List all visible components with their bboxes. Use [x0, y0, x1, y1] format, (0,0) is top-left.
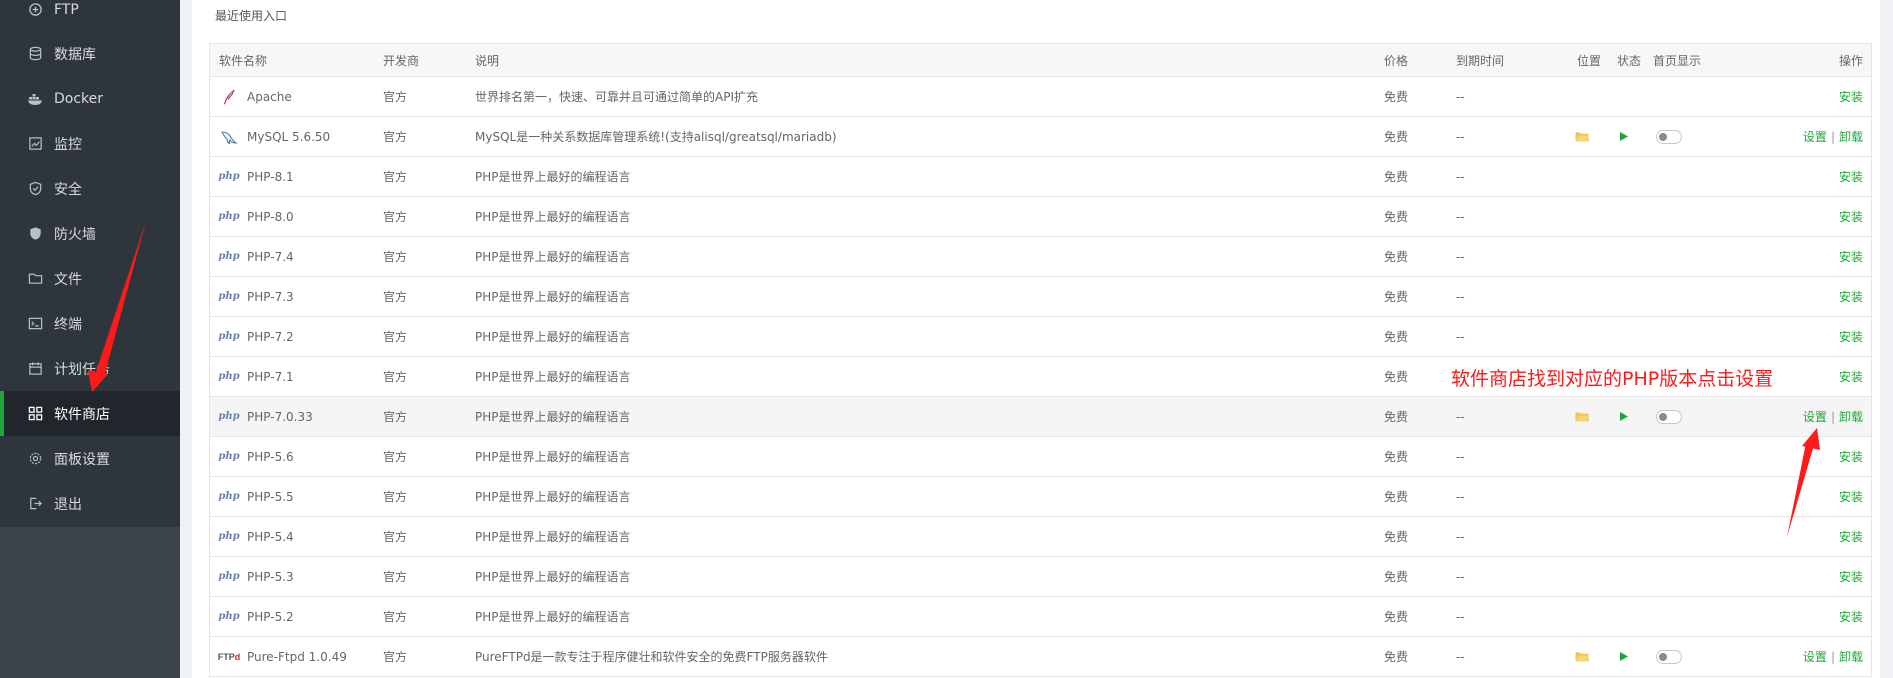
- annotation-arrow-settings-head: [1802, 428, 1820, 450]
- annotation-text: 软件商店找到对应的PHP版本点击设置: [1451, 368, 1774, 390]
- annotation-overlay: [88, 221, 1820, 537]
- annotation-arrow-sidebar: [95, 221, 146, 377]
- annotation-arrow-sidebar-head: [88, 370, 108, 392]
- annotation-arrow-settings: [1787, 443, 1814, 537]
